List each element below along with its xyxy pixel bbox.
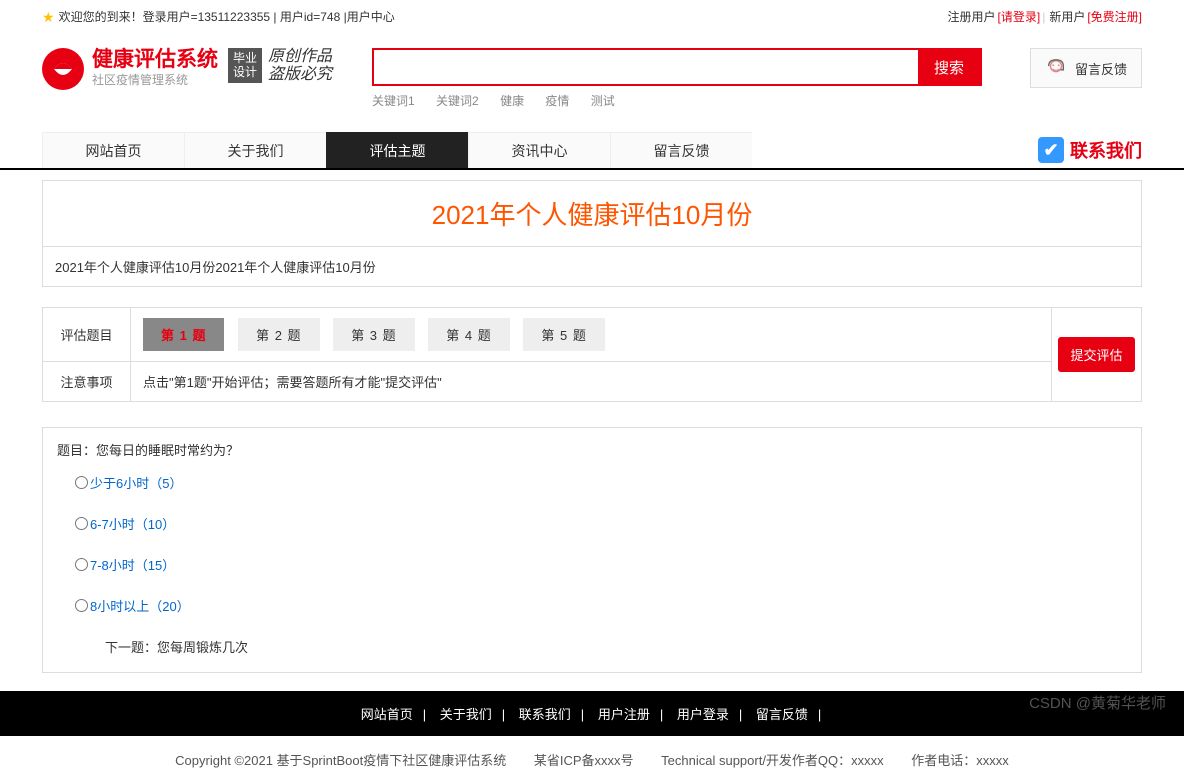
contact-us-link[interactable]: ✔ 联系我们 xyxy=(1038,137,1142,163)
nav-home[interactable]: 网站首页 xyxy=(42,132,184,168)
contact-label: 联系我们 xyxy=(1070,137,1142,163)
feedback-button[interactable]: 留言反馈 xyxy=(1030,48,1142,88)
page-description: 2021年个人健康评估10月份2021年个人健康评估10月份 xyxy=(42,247,1142,287)
keyword-link[interactable]: 疫情 xyxy=(545,94,569,108)
footer-link[interactable]: 网站首页 xyxy=(361,707,413,722)
search-input[interactable] xyxy=(374,50,918,84)
option-1[interactable]: 少于6小时（5） xyxy=(75,473,1127,492)
option-4[interactable]: 8小时以上（20） xyxy=(75,596,1127,615)
user-center-link[interactable]: 用户中心 xyxy=(347,2,395,32)
logo-subtitle: 社区疫情管理系统 xyxy=(92,71,218,88)
notice-text: 点击"第1题"开始评估；需要答题所有才能"提交评估" xyxy=(131,362,1052,402)
option-radio[interactable] xyxy=(75,517,88,530)
tech-support: Technical support/开发作者QQ：xxxxx xyxy=(661,753,884,768)
option-label[interactable]: 6-7小时（10） xyxy=(90,514,175,533)
submit-button[interactable]: 提交评估 xyxy=(1058,337,1134,372)
badge-graduation: 毕业设计 xyxy=(228,48,262,82)
register-link[interactable]: [免费注册] xyxy=(1087,2,1142,32)
qtab-5[interactable]: 第 5 题 xyxy=(523,318,604,351)
qtab-3[interactable]: 第 3 题 xyxy=(333,318,414,351)
nav-feedback[interactable]: 留言反馈 xyxy=(610,132,752,168)
search-button[interactable]: 搜索 xyxy=(918,50,980,84)
option-3[interactable]: 7-8小时（15） xyxy=(75,555,1127,574)
question-tabs-table: 评估题目 第 1 题 第 2 题 第 3 题 第 4 题 第 5 题 注意事项 … xyxy=(42,307,1052,402)
footer-link[interactable]: 留言反馈 xyxy=(756,707,808,722)
keyword-link[interactable]: 关键词1 xyxy=(372,94,415,108)
headset-icon xyxy=(1045,57,1067,79)
page-title: 2021年个人健康评估10月份 xyxy=(43,195,1141,232)
qtab-2[interactable]: 第 2 题 xyxy=(238,318,319,351)
nav-assessment[interactable]: 评估主题 xyxy=(326,132,468,168)
qtabs-label: 评估题目 xyxy=(43,308,131,362)
logo-block: 健康评估系统 社区疫情管理系统 毕业设计 原创作品盗版必究 xyxy=(42,48,372,90)
qtab-1[interactable]: 第 1 题 xyxy=(143,318,224,351)
check-icon: ✔ xyxy=(1038,137,1064,163)
footer-link[interactable]: 用户注册 xyxy=(598,707,650,722)
footer-link[interactable]: 用户登录 xyxy=(677,707,729,722)
option-2[interactable]: 6-7小时（10） xyxy=(75,514,1127,533)
reg-user-label: 注册用户 xyxy=(948,2,996,32)
option-radio[interactable] xyxy=(75,558,88,571)
question-box: 题目：您每日的睡眠时常约为？ 少于6小时（5） 6-7小时（10） 7-8小时（… xyxy=(42,427,1142,673)
submit-cell: 提交评估 xyxy=(1052,307,1142,402)
option-label[interactable]: 少于6小时（5） xyxy=(90,473,182,492)
option-radio[interactable] xyxy=(75,476,88,489)
icp: 某省ICP备xxxx号 xyxy=(534,753,634,768)
keywords-row: 关键词1 关键词2 健康 疫情 测试 xyxy=(372,92,982,109)
divider: | xyxy=(1042,2,1045,32)
notice-label: 注意事项 xyxy=(43,362,131,402)
topbar-right: 注册用户 [请登录] | 新用户 [免费注册] xyxy=(946,2,1143,32)
main-nav: 网站首页 关于我们 评估主题 资讯中心 留言反馈 ✔ 联系我们 xyxy=(42,132,1142,168)
logo-icon xyxy=(42,48,84,90)
option-label[interactable]: 7-8小时（15） xyxy=(90,555,175,574)
topbar-left: ★ 欢迎您的到来！登录用户=13511223355 | 用户id=748 | 用… xyxy=(42,2,395,32)
qtab-4[interactable]: 第 4 题 xyxy=(428,318,509,351)
footer-link[interactable]: 联系我们 xyxy=(519,707,571,722)
welcome-text: 欢迎您的到来！登录用户=13511223355 | 用户id=748 | xyxy=(59,2,347,32)
logo-title: 健康评估系统 xyxy=(92,48,218,71)
page-title-box: 2021年个人健康评估10月份 xyxy=(42,180,1142,247)
nav-news[interactable]: 资讯中心 xyxy=(468,132,610,168)
feedback-label: 留言反馈 xyxy=(1075,59,1127,78)
option-radio[interactable] xyxy=(75,599,88,612)
star-icon: ★ xyxy=(42,2,55,32)
login-link[interactable]: [请登录] xyxy=(998,2,1041,32)
qtabs-cell: 第 1 题 第 2 题 第 3 题 第 4 题 第 5 题 xyxy=(131,308,1052,362)
footer-nav: 网站首页| 关于我们| 联系我们| 用户注册| 用户登录| 留言反馈| xyxy=(0,691,1184,736)
search-box: 搜索 xyxy=(372,48,982,86)
question-title: 题目：您每日的睡眠时常约为？ xyxy=(57,440,1127,459)
keyword-link[interactable]: 关键词2 xyxy=(436,94,479,108)
nav-about[interactable]: 关于我们 xyxy=(184,132,326,168)
keyword-link[interactable]: 健康 xyxy=(500,94,524,108)
option-label[interactable]: 8小时以上（20） xyxy=(90,596,190,615)
footer-link[interactable]: 关于我们 xyxy=(440,707,492,722)
new-user-label: 新用户 xyxy=(1049,2,1085,32)
footer-info: Copyright ©2021 基于SprintBoot疫情下社区健康评估系统 … xyxy=(0,736,1184,783)
badge-script: 原创作品盗版必究 xyxy=(268,48,332,83)
keyword-link[interactable]: 测试 xyxy=(591,94,615,108)
next-question: 下一题：您每周锻炼几次 xyxy=(105,637,1127,656)
copyright: Copyright ©2021 基于SprintBoot疫情下社区健康评估系统 xyxy=(175,753,506,768)
author-phone: 作者电话：xxxxx xyxy=(911,753,1009,768)
